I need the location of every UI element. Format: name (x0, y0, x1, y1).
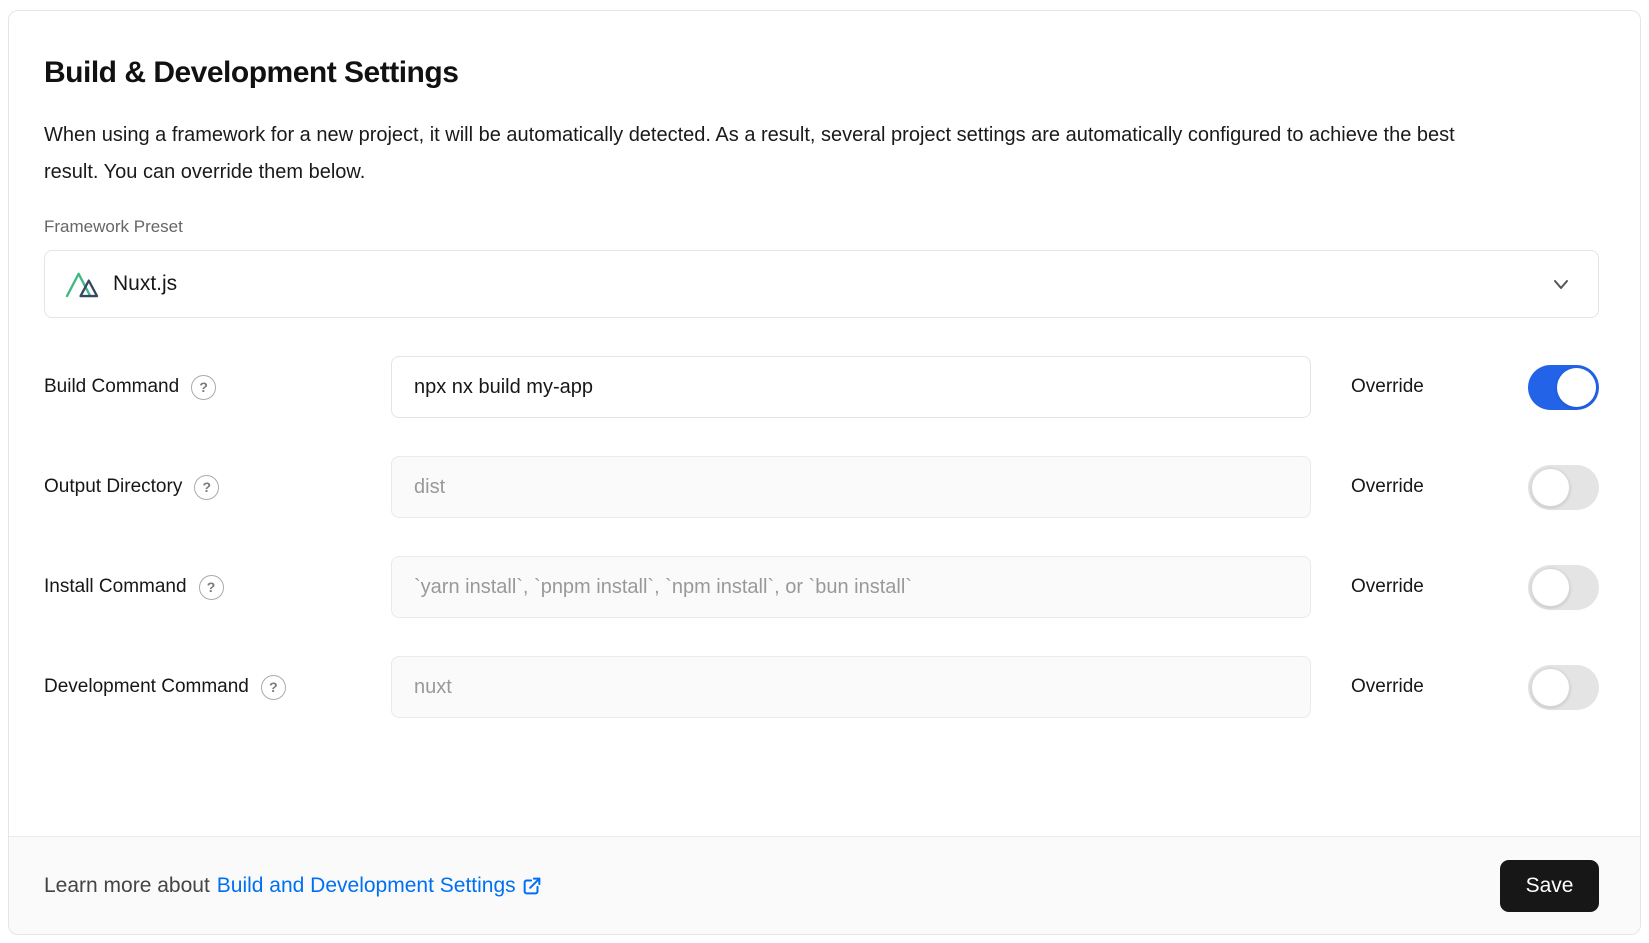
output-directory-row: Output Directory ? Override (44, 456, 1599, 518)
question-circle-icon[interactable]: ? (199, 575, 224, 600)
settings-description: When using a framework for a new project… (44, 117, 1474, 191)
toggle-knob (1531, 468, 1570, 507)
development-command-input[interactable] (391, 656, 1311, 718)
build-settings-docs-link[interactable]: Build and Development Settings (217, 874, 543, 898)
output-directory-override-toggle[interactable] (1528, 465, 1599, 510)
chevron-down-icon (1548, 271, 1574, 297)
build-settings-card: Build & Development Settings When using … (8, 10, 1641, 935)
override-area: Override (1351, 465, 1599, 510)
toggle-knob (1557, 368, 1596, 407)
toggle-knob (1531, 668, 1570, 707)
external-link-icon (521, 875, 543, 897)
save-button[interactable]: Save (1500, 860, 1599, 912)
nuxt-logo-icon (65, 269, 100, 299)
framework-selected-value: Nuxt.js (113, 272, 177, 296)
build-command-input[interactable] (391, 356, 1311, 418)
install-command-override-toggle[interactable] (1528, 565, 1599, 610)
override-label: Override (1351, 676, 1424, 698)
development-command-override-toggle[interactable] (1528, 665, 1599, 710)
page-title: Build & Development Settings (44, 56, 1599, 90)
override-area: Override (1351, 665, 1599, 710)
learn-more-prefix: Learn more about (44, 874, 210, 898)
install-command-input[interactable] (391, 556, 1311, 618)
learn-more-text: Learn more about Build and Development S… (44, 874, 543, 898)
override-label: Override (1351, 376, 1424, 398)
install-command-row: Install Command ? Override (44, 556, 1599, 618)
development-command-row: Development Command ? Override (44, 656, 1599, 718)
build-command-override-toggle[interactable] (1528, 365, 1599, 410)
question-circle-icon[interactable]: ? (261, 675, 286, 700)
link-label: Build and Development Settings (217, 874, 516, 898)
toggle-knob (1531, 568, 1570, 607)
row-label: Development Command ? (44, 675, 391, 700)
framework-preset-select[interactable]: Nuxt.js (44, 250, 1599, 318)
development-command-label: Development Command (44, 676, 249, 698)
output-directory-label: Output Directory (44, 476, 182, 498)
build-command-row: Build Command ? Override (44, 356, 1599, 418)
settings-rows: Build Command ? Override Output Director… (44, 356, 1599, 718)
override-label: Override (1351, 576, 1424, 598)
override-label: Override (1351, 476, 1424, 498)
question-circle-icon[interactable]: ? (191, 375, 216, 400)
row-label: Output Directory ? (44, 475, 391, 500)
override-area: Override (1351, 365, 1599, 410)
framework-preset-label: Framework Preset (44, 217, 1599, 237)
card-footer: Learn more about Build and Development S… (9, 836, 1640, 934)
question-circle-icon[interactable]: ? (194, 475, 219, 500)
install-command-label: Install Command (44, 576, 187, 598)
override-area: Override (1351, 565, 1599, 610)
card-body: Build & Development Settings When using … (9, 11, 1640, 836)
row-label: Install Command ? (44, 575, 391, 600)
build-command-label: Build Command (44, 376, 179, 398)
row-label: Build Command ? (44, 375, 391, 400)
output-directory-input[interactable] (391, 456, 1311, 518)
